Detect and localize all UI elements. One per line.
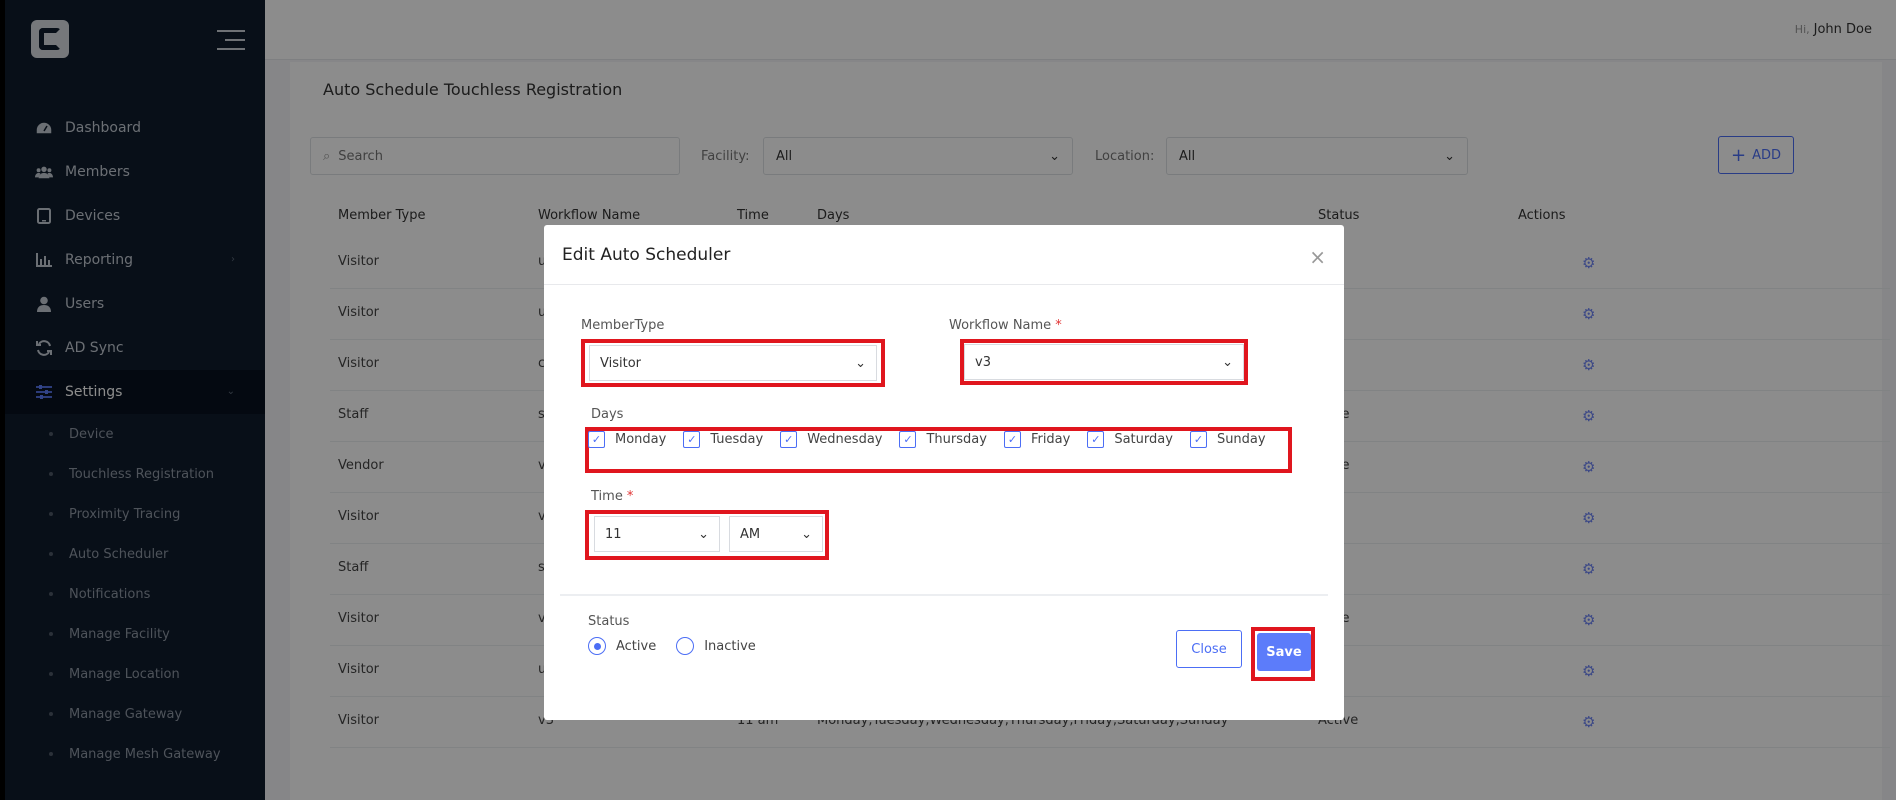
day-checkbox-monday[interactable]: ✓ Monday: [588, 431, 666, 448]
close-icon[interactable]: ×: [1309, 245, 1326, 269]
time-label: Time *: [591, 489, 633, 504]
edit-auto-scheduler-modal: Edit Auto Scheduler × MemberType Workflo…: [544, 225, 1344, 720]
day-checkbox-tuesday[interactable]: ✓ Tuesday: [683, 431, 763, 448]
day-checkbox-wednesday[interactable]: ✓ Wednesday: [780, 431, 882, 448]
status-radio-inactive[interactable]: [676, 637, 695, 655]
chevron-down-icon: ⌄: [855, 355, 866, 371]
day-label: Saturday: [1114, 432, 1173, 447]
day-label: Tuesday: [710, 432, 764, 447]
chevron-down-icon: ⌄: [698, 526, 709, 542]
close-button[interactable]: Close: [1176, 630, 1242, 668]
member-type-value: Visitor: [600, 355, 641, 371]
radio-label: Inactive: [704, 638, 756, 654]
workflow-name-text: Workflow Name: [949, 318, 1052, 333]
member-type-select[interactable]: Visitor ⌄: [589, 345, 877, 381]
ampm-select[interactable]: AM ⌄: [729, 516, 823, 552]
divider: [544, 284, 1344, 285]
check-icon: ✓: [1087, 431, 1105, 448]
chevron-down-icon: ⌄: [1222, 354, 1233, 370]
workflow-value: v3: [975, 354, 991, 370]
check-icon: ✓: [1003, 431, 1021, 448]
status-label: Status: [588, 614, 630, 629]
status-radio-active[interactable]: [588, 637, 606, 655]
check-icon: ✓: [1189, 431, 1207, 448]
day-label: Thursday: [926, 432, 987, 447]
time-label-text: Time: [591, 489, 623, 504]
required-mark: *: [1055, 318, 1062, 333]
check-icon: ✓: [899, 431, 917, 448]
hour-select[interactable]: 11 ⌄: [594, 516, 720, 552]
required-mark: *: [626, 489, 634, 504]
day-label: Wednesday: [807, 432, 883, 447]
radio-label: Active: [616, 638, 657, 654]
divider: [560, 594, 1328, 596]
day-checkbox-saturday[interactable]: ✓ Saturday: [1087, 431, 1173, 448]
status-radio-group: Active Inactive: [588, 637, 776, 655]
day-label: Monday: [615, 432, 667, 447]
day-checkbox-sunday[interactable]: ✓ Sunday: [1189, 431, 1266, 448]
check-icon: ✓: [588, 431, 605, 448]
modal-title: Edit Auto Scheduler: [562, 245, 731, 265]
days-checkbox-group: ✓ Monday ✓ Tuesday ✓ Wednesday ✓ Thursday ✓ F…: [588, 431, 1283, 448]
day-checkbox-friday[interactable]: ✓ Friday: [1003, 431, 1071, 448]
save-button[interactable]: Save: [1257, 633, 1311, 671]
day-label: Friday: [1030, 432, 1071, 447]
days-label: Days: [591, 407, 624, 422]
workflow-name-label: Workflow Name *: [949, 318, 1062, 333]
day-checkbox-thursday[interactable]: ✓ Thursday: [899, 431, 987, 448]
ampm-value: AM: [740, 526, 761, 542]
member-type-label: MemberType: [581, 318, 665, 333]
chevron-down-icon: ⌄: [801, 526, 812, 542]
workflow-name-select[interactable]: v3 ⌄: [964, 344, 1244, 380]
day-label: Sunday: [1216, 432, 1266, 447]
check-icon: ✓: [780, 431, 798, 448]
hour-value: 11: [605, 526, 622, 542]
check-icon: ✓: [683, 431, 701, 448]
